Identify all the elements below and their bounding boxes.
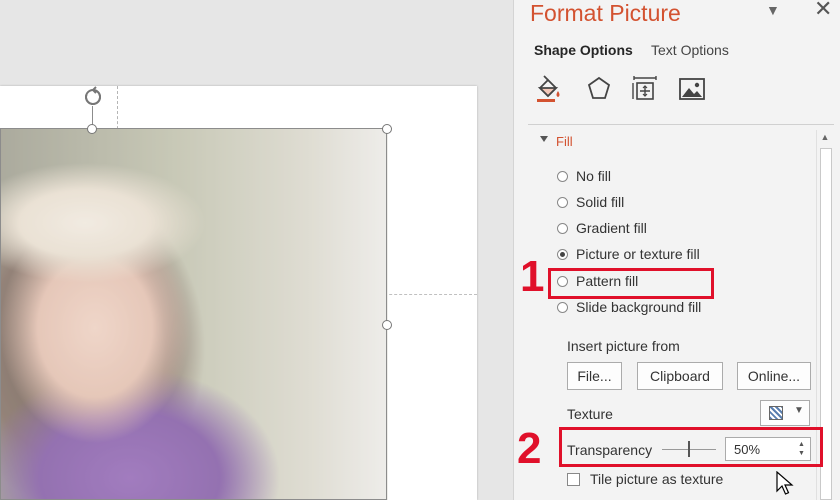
chevron-down-icon: ▼	[794, 405, 804, 416]
radio-label: No fill	[576, 168, 612, 184]
clipboard-button[interactable]: Clipboard	[637, 362, 723, 390]
tab-shape-options[interactable]: Shape Options	[534, 42, 633, 58]
collapse-triangle-icon[interactable]	[540, 136, 548, 142]
rotate-handle-icon[interactable]	[82, 86, 104, 108]
format-picture-pane: Format Picture ▼ ✕ Shape Options Text Op…	[513, 0, 840, 500]
resize-handle-right[interactable]	[382, 320, 392, 330]
resize-handle-top[interactable]	[87, 124, 97, 134]
radio-button[interactable]	[557, 196, 568, 208]
radio-no-fill[interactable]: No fill	[557, 166, 611, 186]
fill-section-header[interactable]: Fill	[556, 134, 573, 149]
pane-title: Format Picture	[530, 0, 681, 26]
tile-picture-label: Tile picture as texture	[590, 471, 724, 487]
step-number-1: 1	[520, 252, 545, 301]
radio-solid-fill[interactable]: Solid fill	[557, 192, 624, 212]
selection-border	[0, 128, 387, 500]
tab-text-options[interactable]: Text Options	[651, 42, 729, 58]
mouse-cursor-icon	[776, 471, 794, 495]
effects-icon[interactable]	[584, 74, 614, 104]
radio-label: Slide background fill	[576, 299, 702, 315]
step-number-2: 2	[517, 424, 542, 473]
highlight-pattern-fill	[548, 268, 714, 299]
radio-button[interactable]	[557, 170, 568, 182]
file-button[interactable]: File...	[567, 362, 622, 390]
radio-picture-texture-fill[interactable]: Picture or texture fill	[557, 244, 700, 264]
slide-canvas[interactable]	[0, 0, 513, 500]
radio-label: Picture or texture fill	[576, 246, 700, 262]
radio-label: Solid fill	[576, 194, 625, 210]
close-icon[interactable]: ✕	[814, 0, 832, 22]
scroll-up-icon[interactable]: ▲	[817, 132, 833, 146]
radio-button[interactable]	[557, 222, 568, 234]
highlight-transparency	[559, 427, 823, 467]
radio-slide-background-fill[interactable]: Slide background fill	[557, 297, 701, 317]
size-properties-icon[interactable]	[630, 74, 660, 104]
chevron-down-icon[interactable]: ▼	[766, 2, 780, 18]
radio-label: Gradient fill	[576, 220, 647, 236]
pane-separator	[528, 124, 834, 125]
texture-label: Texture	[567, 406, 613, 422]
insert-picture-from-label: Insert picture from	[567, 338, 680, 354]
texture-swatch-icon	[769, 406, 783, 420]
tile-picture-checkbox-row[interactable]: Tile picture as texture	[567, 471, 723, 487]
radio-button[interactable]	[557, 301, 568, 313]
online-button[interactable]: Online...	[737, 362, 811, 390]
texture-dropdown[interactable]: ▼	[760, 400, 810, 426]
resize-handle-top-right[interactable]	[382, 124, 392, 134]
tile-picture-checkbox[interactable]	[567, 472, 580, 486]
radio-button-selected[interactable]	[557, 248, 568, 260]
fill-line-icon[interactable]	[534, 74, 564, 104]
radio-gradient-fill[interactable]: Gradient fill	[557, 218, 647, 238]
picture-icon[interactable]	[677, 74, 707, 104]
